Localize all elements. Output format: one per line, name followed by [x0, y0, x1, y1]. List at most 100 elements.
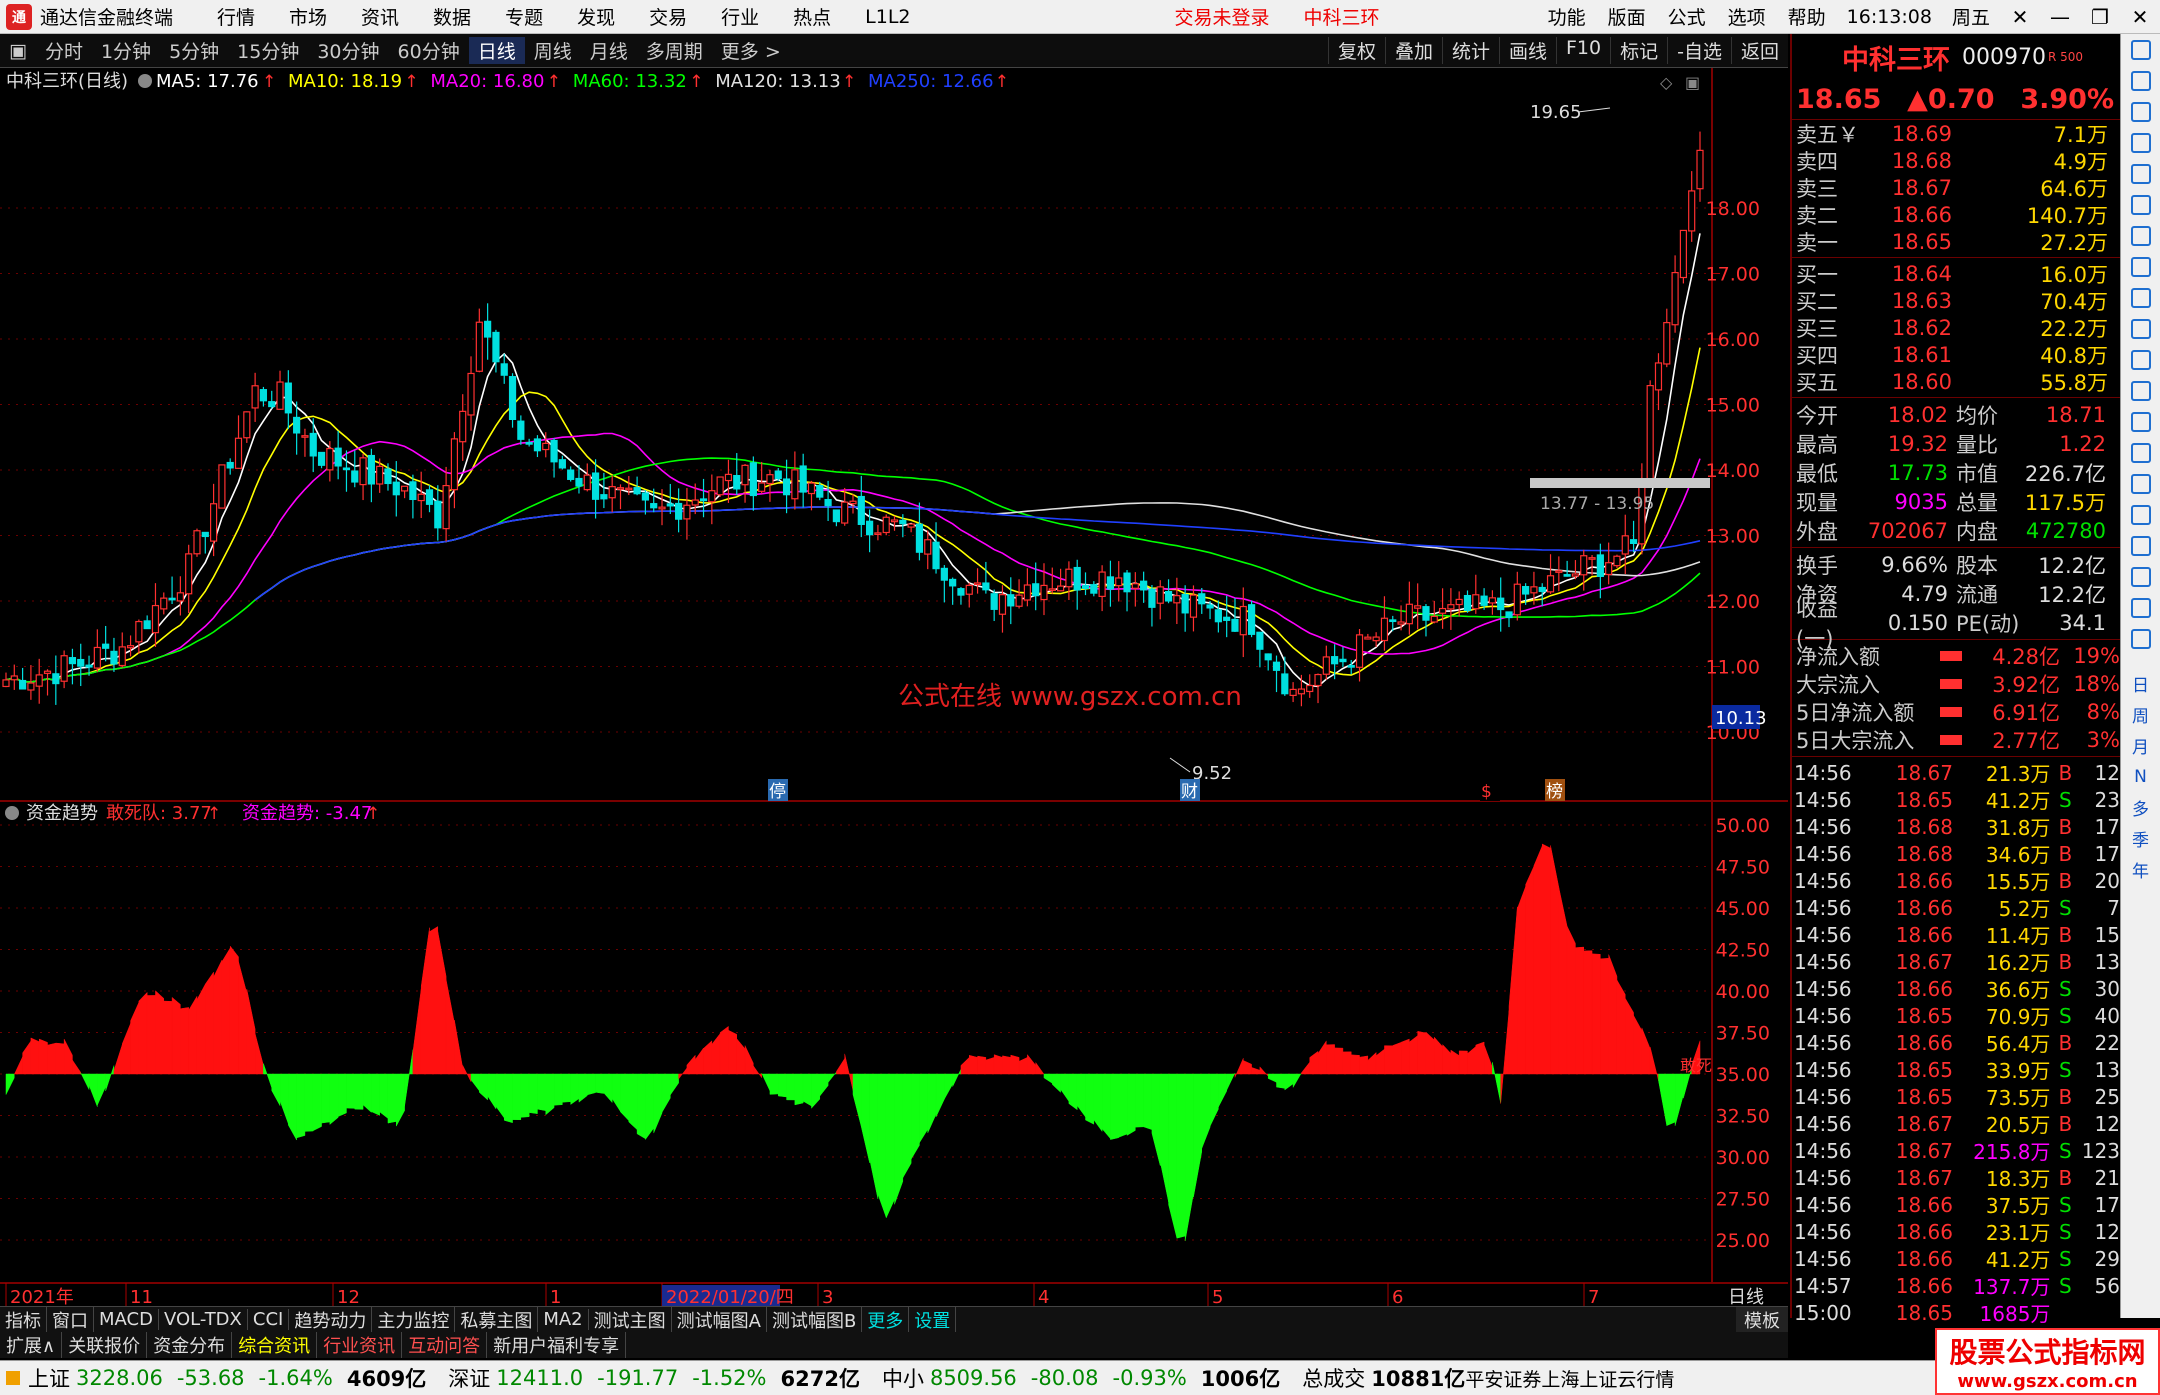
tool-icon[interactable] — [2130, 628, 2151, 649]
indicator-tab[interactable]: 窗口 — [47, 1306, 94, 1333]
period-tab[interactable]: 15分钟 — [228, 37, 308, 64]
diamond-icon[interactable]: ◇ — [1660, 73, 1673, 92]
indicator-tab[interactable]: 测试主图 — [589, 1306, 672, 1333]
extension-tab[interactable]: 资金分布 — [147, 1332, 233, 1358]
menu-data[interactable]: 数据 — [416, 3, 488, 30]
panel-toggle-icon[interactable]: ▣ — [0, 40, 36, 62]
period-tab[interactable]: 5分钟 — [160, 37, 228, 64]
tool-overlay[interactable]: 叠加 — [1384, 37, 1442, 64]
menu-options[interactable]: 选项 — [1717, 3, 1777, 30]
tool-icon[interactable] — [2130, 535, 2151, 556]
extension-tab[interactable]: 互动问答 — [402, 1332, 488, 1358]
period-tab[interactable]: 30分钟 — [308, 37, 388, 64]
sub-settings-icon[interactable] — [5, 806, 19, 820]
tool-icon[interactable] — [2130, 256, 2151, 277]
period-more[interactable]: 更多 > — [712, 37, 790, 64]
trade-login-warning[interactable]: 交易未登录 — [1158, 3, 1287, 30]
extension-tab[interactable]: 扩展∧ — [0, 1332, 63, 1358]
menu-topic[interactable]: 专题 — [488, 3, 560, 30]
extension-tab[interactable]: 综合资讯 — [232, 1332, 318, 1358]
tool-back[interactable]: 返回 — [1730, 37, 1788, 64]
period-tab[interactable]: 1分钟 — [92, 37, 160, 64]
tool-icon[interactable] — [2130, 597, 2151, 618]
tool-icon[interactable] — [2130, 442, 2151, 463]
tool-icon[interactable] — [2130, 39, 2151, 60]
tool-icon[interactable] — [2130, 101, 2151, 122]
tool-icon[interactable] — [2130, 380, 2151, 401]
extension-tab[interactable]: 行业资讯 — [317, 1332, 403, 1358]
restore-icon[interactable]: ❐ — [2080, 5, 2120, 29]
tick-list[interactable]: 14:56 18.67 21.3万 B 12 14:56 18.65 41.2万 S 23 14:5… — [1792, 759, 2120, 1327]
indicator-tab[interactable]: 私募主图 — [455, 1306, 539, 1333]
side-period-button[interactable]: 周 — [2132, 699, 2149, 730]
tool-icon[interactable] — [2130, 411, 2151, 432]
tool-icon[interactable] — [2130, 194, 2151, 215]
menu-layout[interactable]: 版面 — [1597, 3, 1657, 30]
template-button[interactable]: 模板 — [1736, 1306, 1788, 1333]
tool-f10[interactable]: F10 — [1556, 37, 1610, 64]
side-period-button[interactable]: 多 — [2132, 792, 2149, 823]
menu-formula[interactable]: 公式 — [1657, 3, 1717, 30]
period-tab-active[interactable]: 日线 — [468, 37, 525, 64]
tool-icon[interactable] — [2130, 287, 2151, 308]
menu-discover[interactable]: 发现 — [560, 3, 632, 30]
period-tab[interactable]: 60分钟 — [389, 37, 469, 64]
menu-function[interactable]: 功能 — [1537, 3, 1597, 30]
tool-stats[interactable]: 统计 — [1441, 37, 1499, 64]
indicator-tab[interactable]: 测试幅图B — [767, 1306, 863, 1333]
event-marker[interactable]: $ — [1481, 782, 1492, 802]
maximize-pane-icon[interactable]: ▣ — [1685, 73, 1700, 92]
side-period-button[interactable]: 日 — [2132, 668, 2149, 699]
indicator-tab[interactable]: 测试幅图A — [672, 1306, 767, 1333]
indicator-tab[interactable]: 更多 — [862, 1306, 910, 1333]
menu-hot[interactable]: 热点 — [776, 3, 848, 30]
tool-icon[interactable] — [2130, 225, 2151, 246]
menu-news[interactable]: 资讯 — [344, 3, 416, 30]
period-tab[interactable]: 月线 — [581, 37, 637, 64]
tool-icon[interactable] — [2130, 132, 2151, 153]
indicator-tab[interactable]: 趋势动力 — [289, 1306, 373, 1333]
menu-help[interactable]: 帮助 — [1777, 3, 1837, 30]
chart-area[interactable]: 18.00 17.00 16.00 15.00 14.00 13.00 12.00 11.00… — [0, 68, 1788, 1306]
minimize-icon[interactable]: — — [2040, 5, 2080, 29]
tool-icon[interactable] — [2130, 473, 2151, 494]
menu-l1l2[interactable]: L1L2 — [848, 6, 927, 28]
close-icon[interactable]: ✕ — [2000, 5, 2040, 29]
side-period-button[interactable]: 年 — [2132, 854, 2149, 885]
period-tab[interactable]: 多周期 — [637, 37, 712, 64]
indicator-tab[interactable]: MA2 — [538, 1309, 589, 1330]
tool-icon[interactable] — [2130, 318, 2151, 339]
tool-draw[interactable]: 画线 — [1498, 37, 1556, 64]
warning-stock-name[interactable]: 中科三环 — [1287, 3, 1397, 30]
menu-market-quote[interactable]: 行情 — [200, 3, 272, 30]
indicator-tab[interactable]: CCI — [248, 1309, 290, 1330]
tool-adjust[interactable]: 复权 — [1327, 37, 1385, 64]
tool-watchlist[interactable]: -自选 — [1667, 37, 1731, 64]
indicator-tab[interactable]: 指标 — [0, 1306, 47, 1333]
side-period-button[interactable]: 季 — [2132, 823, 2149, 854]
extension-tab[interactable]: 新用户福利专享 — [487, 1332, 627, 1358]
indicator-tab[interactable]: 主力监控 — [372, 1306, 456, 1333]
period-tab[interactable]: 分时 — [36, 37, 92, 64]
tool-icon[interactable] — [2130, 504, 2151, 525]
event-marker[interactable]: 停 — [769, 782, 786, 802]
tool-icon[interactable] — [2130, 349, 2151, 370]
indicator-tab[interactable]: 设置 — [909, 1306, 957, 1333]
menu-trade[interactable]: 交易 — [632, 3, 704, 30]
settings-dot-icon[interactable] — [138, 74, 152, 88]
close-window-icon[interactable]: ✕ — [2120, 5, 2160, 29]
indicator-tab[interactable]: MACD — [94, 1309, 159, 1330]
period-tab[interactable]: 周线 — [525, 37, 581, 64]
tool-mark[interactable]: 标记 — [1610, 37, 1667, 64]
indicator-tab[interactable]: VOL-TDX — [159, 1309, 248, 1330]
event-marker[interactable]: 财 — [1181, 782, 1198, 802]
tool-icon[interactable] — [2130, 70, 2151, 91]
extension-tab[interactable]: 关联报价 — [62, 1332, 148, 1358]
event-marker[interactable]: 榜 — [1546, 782, 1563, 802]
side-period-button[interactable]: N — [2134, 761, 2147, 792]
tool-icon[interactable] — [2130, 566, 2151, 587]
menu-industry[interactable]: 行业 — [704, 3, 776, 30]
side-period-button[interactable]: 月 — [2132, 730, 2149, 761]
menu-market[interactable]: 市场 — [272, 3, 344, 30]
tool-icon[interactable] — [2130, 163, 2151, 184]
